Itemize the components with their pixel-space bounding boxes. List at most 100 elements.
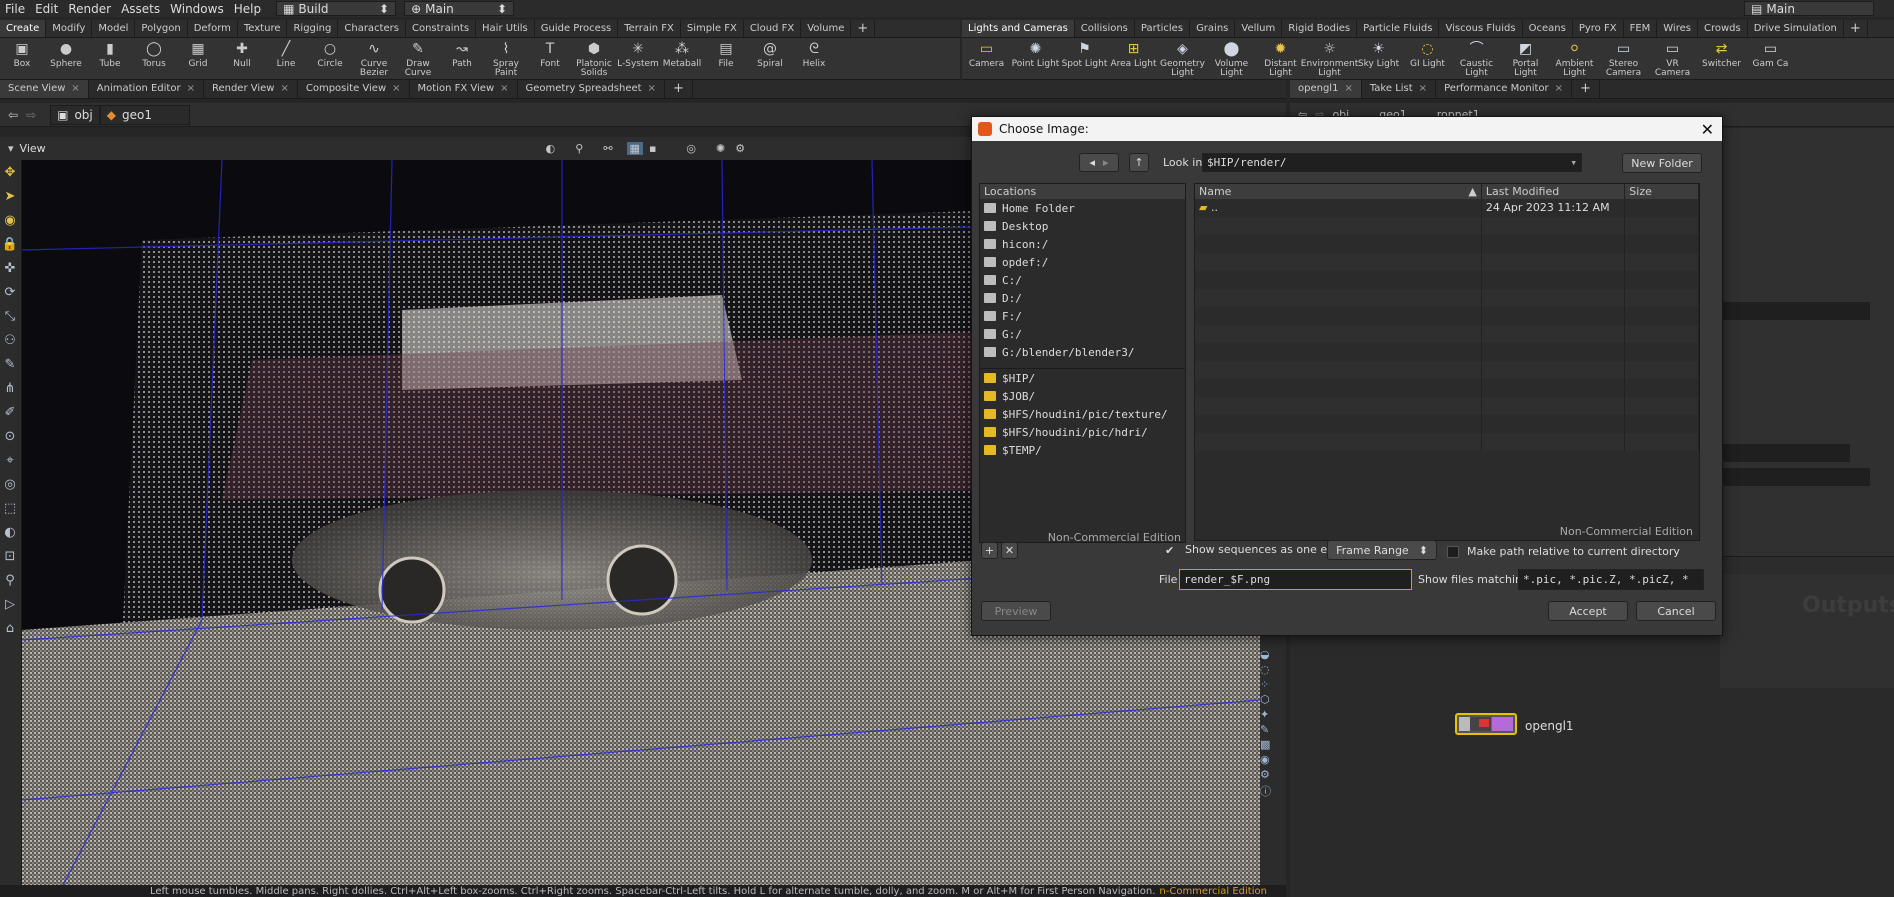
close-icon[interactable]: ×	[1344, 83, 1352, 94]
add-location-button[interactable]: +	[981, 542, 998, 559]
add-pane-tab-icon[interactable]: +	[665, 80, 693, 98]
tool-torus[interactable]: ◯ Torus	[132, 38, 176, 69]
column-last-modified[interactable]: Last Modified	[1482, 184, 1626, 199]
snap-icon[interactable]: ⊙	[0, 424, 20, 448]
shelf-tab-hair-utils[interactable]: Hair Utils	[476, 20, 535, 37]
desktop-selector-build[interactable]: ▦ Build ⬍	[276, 1, 397, 16]
tool-ambient-light[interactable]: ⚪ Ambient Light	[1550, 38, 1599, 78]
cancel-button[interactable]: Cancel	[1636, 601, 1716, 621]
close-icon[interactable]: ×	[1555, 83, 1563, 94]
snapping-icon[interactable]: ⚲	[575, 142, 583, 155]
tool-grid[interactable]: ▦ Grid	[176, 38, 220, 69]
tab-geometry-spreadsheet[interactable]: Geometry Spreadsheet ×	[518, 80, 665, 98]
menu-assets[interactable]: Assets	[116, 2, 165, 16]
paint-icon[interactable]: ✐	[0, 400, 20, 424]
path-node-geo1[interactable]: ◆ geo1	[99, 104, 190, 125]
tool-caustic-light[interactable]: ⌒ Caustic Light	[1452, 38, 1501, 78]
tool-switcher[interactable]: ⇄ Switcher	[1697, 38, 1746, 69]
column-name[interactable]: Name ▲	[1195, 184, 1482, 199]
shelf-tab-characters[interactable]: Characters	[338, 20, 406, 37]
shelf-tab-viscous-fluids[interactable]: Viscous Fluids	[1439, 20, 1523, 37]
shelf-tab-constraints[interactable]: Constraints	[406, 20, 477, 37]
accept-button[interactable]: Accept	[1548, 601, 1628, 621]
shelf-tab-particle-fluids[interactable]: Particle Fluids	[1357, 20, 1440, 37]
location-hip[interactable]: $HIP/	[980, 369, 1185, 387]
tool-point-light[interactable]: ✺ Point Light	[1011, 38, 1060, 69]
shelf-tab-model[interactable]: Model	[92, 20, 136, 37]
param-field[interactable]	[1720, 444, 1850, 462]
hat-icon[interactable]: ⌂	[0, 616, 20, 640]
location-job[interactable]: $JOB/	[980, 387, 1185, 405]
tool-gi-light[interactable]: ◌ GI Light	[1403, 38, 1452, 69]
back-arrow-icon[interactable]: ◂	[1089, 156, 1095, 169]
close-icon[interactable]: ×	[392, 83, 400, 94]
flipbook-icon[interactable]: ▷	[0, 592, 20, 616]
shelf-tab-vellum[interactable]: Vellum	[1235, 20, 1283, 37]
tool-vr-camera[interactable]: ▭ VR Camera	[1648, 38, 1697, 78]
shelf-tab-polygon[interactable]: Polygon	[135, 20, 188, 37]
relative-path-option[interactable]: Make path relative to current directory	[1447, 545, 1680, 558]
tab-composite-view[interactable]: Composite View ×	[298, 80, 410, 98]
info-icon[interactable]: ⓘ	[1260, 783, 1286, 799]
location-opdef[interactable]: opdef:/	[980, 253, 1185, 271]
tool-tube[interactable]: ▮ Tube	[88, 38, 132, 69]
tool-geometry-light[interactable]: ◈ Geometry Light	[1158, 38, 1207, 78]
parent-folder-button[interactable]: ↑	[1129, 153, 1149, 172]
shelf-tab-particles[interactable]: Particles	[1135, 20, 1191, 37]
shading-icon[interactable]: ◒	[1260, 648, 1286, 661]
single-view-icon[interactable]: ▪	[649, 142, 656, 155]
location-c[interactable]: C:/	[980, 271, 1185, 289]
tool-spot-light[interactable]: ⚑ Spot Light	[1060, 38, 1109, 69]
wireframe-icon[interactable]: ⬡	[1260, 693, 1286, 706]
tool-spiral[interactable]: @ Spiral	[748, 38, 792, 69]
rotate-icon[interactable]: ⟳	[0, 280, 20, 304]
shelf-tab-fem[interactable]: FEM	[1624, 20, 1658, 37]
shelf-tab-create[interactable]: Create	[0, 20, 47, 37]
brush-icon[interactable]: ✎	[0, 352, 20, 376]
points-icon[interactable]: ⁘	[1260, 678, 1286, 691]
tab-animation-editor[interactable]: Animation Editor ×	[89, 80, 204, 98]
close-icon[interactable]: ×	[187, 83, 195, 94]
look-in-field[interactable]: $HIP/render/▾	[1202, 153, 1582, 172]
shelf-tab-crowds[interactable]: Crowds	[1698, 20, 1748, 37]
add-pane-tab-icon[interactable]: +	[1572, 80, 1600, 98]
tab-take-list[interactable]: Take List ×	[1362, 80, 1437, 98]
forward-arrow-icon[interactable]: ⇨	[26, 108, 36, 122]
opengl-node[interactable]	[1455, 713, 1517, 735]
forward-arrow-icon[interactable]: ▸	[1103, 156, 1109, 169]
add-shelf-tab-icon[interactable]: +	[851, 20, 876, 37]
render-region-icon[interactable]: ⬚	[0, 496, 20, 520]
back-arrow-icon[interactable]: ⇦	[8, 108, 18, 122]
select-icon[interactable]: ➤	[0, 184, 20, 208]
shelf-tab-pyro-fx[interactable]: Pyro FX	[1573, 20, 1624, 37]
lock-camera-icon[interactable]: ◎	[686, 142, 696, 155]
tool-camera[interactable]: ▭ Camera	[962, 38, 1011, 69]
shelf-tab-oceans[interactable]: Oceans	[1523, 20, 1573, 37]
tool-gam-ca[interactable]: ▭ Gam Ca	[1746, 38, 1795, 69]
shelf-tab-wires[interactable]: Wires	[1657, 20, 1698, 37]
tool-helix[interactable]: ᘓ Helix	[792, 38, 836, 69]
tool-environment-light[interactable]: ☼ Environment Light	[1301, 38, 1358, 78]
menu-help[interactable]: Help	[229, 2, 266, 16]
tool-curve-bezier[interactable]: ∿ Curve Bezier	[352, 38, 396, 78]
tool-distant-light[interactable]: ✹ Distant Light	[1256, 38, 1305, 78]
tool-path[interactable]: ↝ Path	[440, 38, 484, 69]
close-icon[interactable]: ✕	[1701, 120, 1714, 139]
tab-scene-view[interactable]: Scene View ×	[0, 80, 89, 98]
tab-performance-monitor[interactable]: Performance Monitor ×	[1436, 80, 1573, 98]
right-desktop-selector[interactable]: ▤ Main	[1744, 1, 1874, 16]
display-options-icon[interactable]: ⚙	[1260, 768, 1286, 781]
tab-motion-fx-view[interactable]: Motion FX View ×	[410, 80, 518, 98]
viewport-label[interactable]: View	[20, 142, 46, 155]
location-hfs-houdini-pic-texture[interactable]: $HFS/houdini/pic/texture/	[980, 405, 1185, 423]
file-row-parent[interactable]: ▰ .. 24 Apr 2023 11:12 AM	[1195, 199, 1699, 217]
grid-view-icon[interactable]: ▦	[626, 142, 643, 155]
shelf-tab-grains[interactable]: Grains	[1190, 20, 1236, 37]
ghost-icon[interactable]: ◌	[1260, 663, 1286, 676]
cookie-icon[interactable]: ◎	[0, 472, 20, 496]
checkbox-checked-icon[interactable]: ✔	[1165, 544, 1177, 557]
tool-file[interactable]: ▤ File	[704, 38, 748, 69]
tool-sky-light[interactable]: ☀ Sky Light	[1354, 38, 1403, 69]
measure-icon[interactable]: ⌖	[0, 448, 20, 472]
close-icon[interactable]: ×	[71, 83, 79, 94]
